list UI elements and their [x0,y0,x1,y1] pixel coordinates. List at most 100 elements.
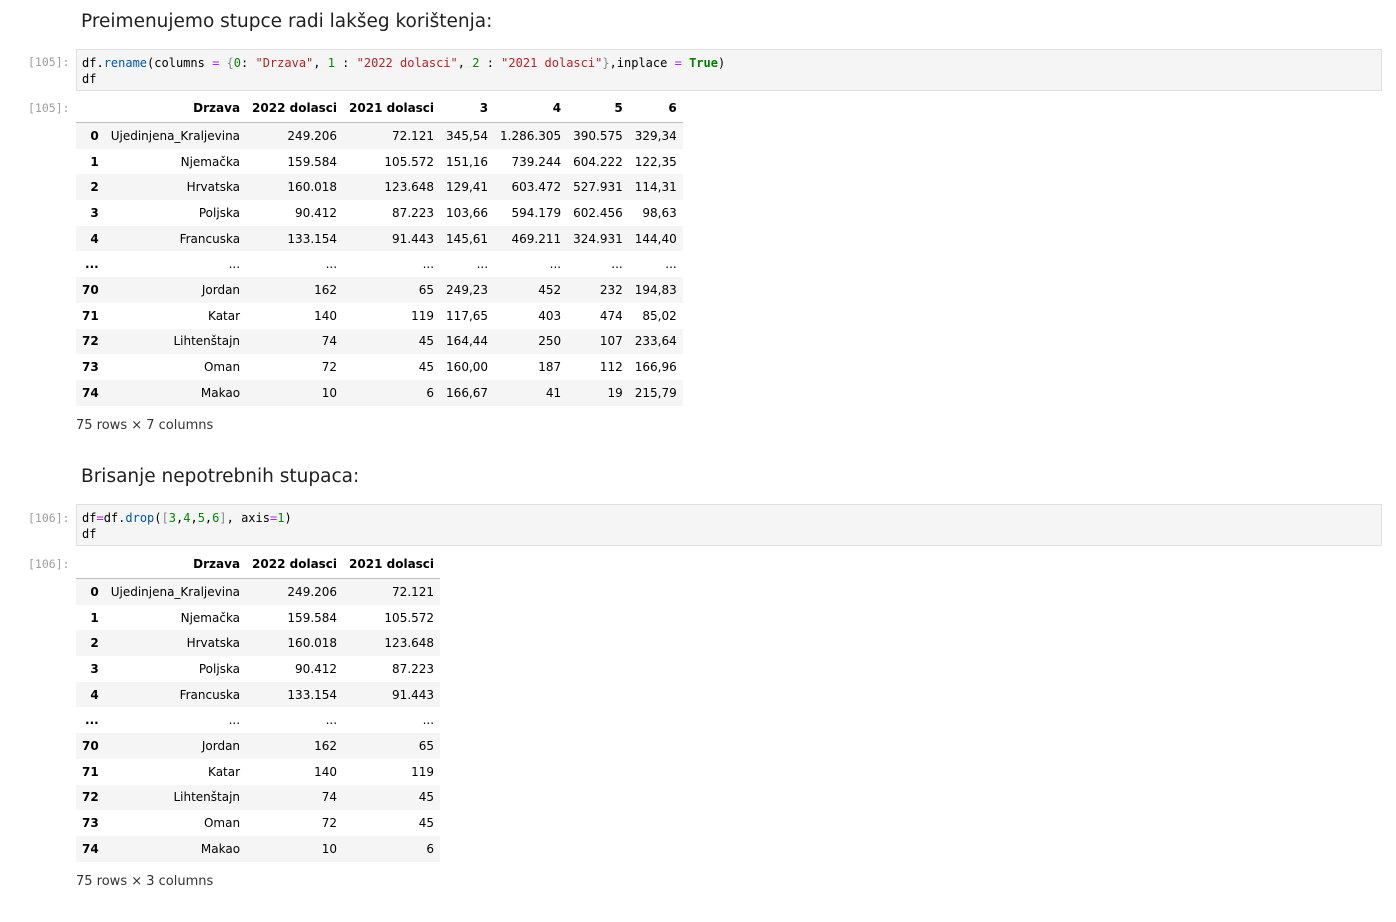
row-index: 4 [90,687,99,702]
table-cell: 72 [321,360,338,375]
table-cell: 6 [426,841,435,856]
code-token: ( [154,511,162,525]
table-cell: 324.931 [573,231,623,246]
row-index: 2 [90,636,99,651]
code-token: df [82,511,97,525]
code-token: ) [284,511,292,525]
table-cell: 91.443 [392,687,435,702]
row-index: 72 [82,334,99,349]
code-token: df [82,72,97,86]
table-cell: 87.223 [392,661,435,676]
table-row: 71 Katar 140 119 117,65 403 474 85,02 [76,302,683,329]
table-cell: 90.412 [295,205,338,220]
code-token: 3 [168,511,176,525]
code-line: df [82,526,1376,542]
table-row: 71 Katar 140 119 [76,758,441,785]
row-index: 1 [90,154,99,169]
code-token: True [689,56,718,70]
table-cell: 65 [418,738,435,753]
code-token: ] [219,511,227,525]
table-cell: 114,31 [634,180,677,195]
table-cell: 249.206 [287,128,338,143]
column-header: 2021 dolasci [343,550,441,579]
code-token: columns [154,56,213,70]
code-token: 0 [233,56,242,70]
input-prompt-106: [106]: [28,511,70,525]
table-cell: 119 [411,308,435,323]
table-cell: 159.584 [287,154,338,169]
table-header-row: Drzava 2022 dolasci 2021 dolasci 3 4 5 6 [76,94,683,123]
output-prompt-106: [106]: [28,557,70,571]
table-cell: 390.575 [573,128,623,143]
table-cell: Oman [203,360,241,375]
table-cell: Makao [200,841,241,856]
table-cell: 45 [418,334,435,349]
table-cell: Jordan [201,282,241,297]
table-cell: 140 [314,764,338,779]
row-index: 74 [82,841,99,856]
table-row: 1 Njemačka 159.584 105.572 [76,604,441,631]
table-cell: 232 [599,282,623,297]
column-header: 2021 dolasci [343,94,441,123]
table-row: 73 Oman 72 45 [76,810,441,836]
table-cell: 122,35 [634,154,677,169]
table-cell: 233,64 [634,334,677,349]
row-index: 71 [82,764,99,779]
code-token: "2021 dolasci" [501,56,603,70]
table-cell: 87.223 [392,205,435,220]
table-cell: Poljska [198,205,241,220]
column-header: 2022 dolasci [246,94,344,123]
table-cell: 145,61 [446,231,489,246]
markdown-heading-rename: Preimenujemo stupce radi lakšeg korišten… [81,11,493,32]
table-cell: 739.244 [511,154,562,169]
table-cell: 72 [321,816,338,831]
code-cell-106[interactable]: df=df.drop([3,4,5,6], axis=1) df [76,504,1382,546]
table-cell: 604.222 [573,154,623,169]
table-cell: 329,34 [634,128,677,143]
table-row: ............ [76,707,441,734]
table-cell: 164,44 [446,334,489,349]
table-cell: 6 [426,385,435,400]
table-cell: 215,79 [634,385,677,400]
table-cell: 123.648 [384,636,435,651]
table-cell: 151,16 [446,154,489,169]
code-cell-105[interactable]: df.rename(columns = {0: "Drzava", 1 : "2… [76,49,1382,91]
row-index: 1 [90,610,99,625]
table-cell: 469.211 [511,231,562,246]
table-row: 72 Lihtenštajn 74 45 164,44 250 107 233,64 [76,328,683,355]
column-header: 6 [628,94,683,123]
code-token: } [602,56,610,70]
table-cell: 160.018 [287,636,338,651]
row-index: 3 [90,205,99,220]
code-token: : [479,56,502,70]
table-row: 3 Poljska 90.412 87.223 103,66 594.179 602.456… [76,200,683,226]
table-cell: 85,02 [642,308,677,323]
code-token: [ [161,511,169,525]
table-cell: 345,54 [446,128,489,143]
row-index: 71 [82,308,99,323]
table-cell: Hrvatska [186,636,241,651]
table-cell: 159.584 [287,610,338,625]
code-token: , axis [226,511,270,525]
table-row: 3 Poljska 90.412 87.223 [76,656,441,682]
table-cell: 45 [418,816,435,831]
table-cell: 10 [321,841,338,856]
table-cell: Lihtenštajn [173,790,241,805]
code-token: df [82,56,97,70]
table-cell: 74 [321,334,338,349]
code-token: : [334,56,357,70]
table-cell: 162 [314,738,338,753]
table-cell: ... [325,257,338,272]
table-cell: 117,65 [446,308,489,323]
table-cell: 603.472 [511,180,562,195]
output-prompt-105: [105]: [28,101,70,115]
table-cell: 107 [599,334,623,349]
table-cell: 103,66 [446,205,489,220]
table-cell: ... [665,257,677,272]
table-row: 4 Francuska 133.154 91.443 [76,681,441,708]
table-cell: 250 [538,334,562,349]
table-row: 0 Ujedinjena_Kraljevina 249.206 72.121 345,5… [76,122,683,149]
table-row: 72 Lihtenštajn 74 45 [76,784,441,811]
